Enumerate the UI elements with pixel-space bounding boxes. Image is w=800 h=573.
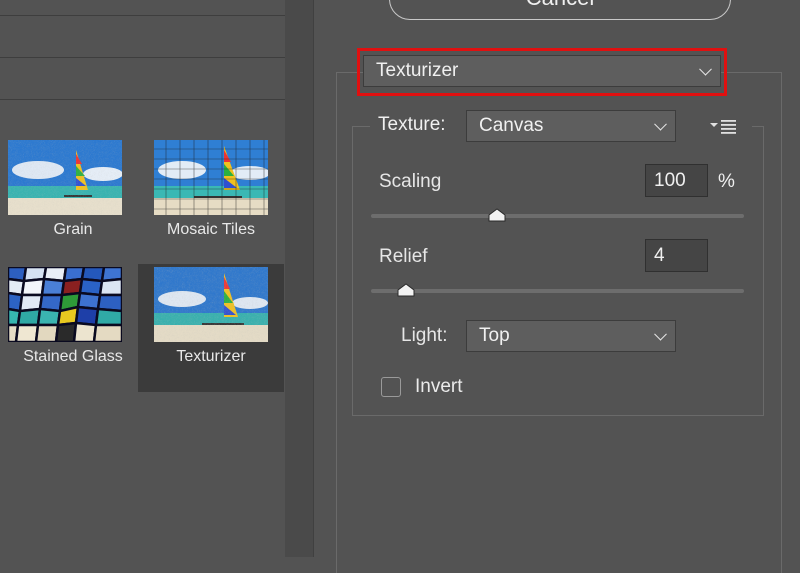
filter-thumb-label: Mosaic Tiles (166, 221, 256, 238)
scaling-slider[interactable] (371, 214, 744, 218)
invert-label: Invert (415, 376, 463, 397)
filter-gallery-panel: Grain Mosaic Tiles Stained Glass Texturi… (0, 0, 285, 557)
highlight-annotation (357, 48, 727, 96)
relief-input[interactable]: 4 (645, 239, 708, 272)
texture-label: Texture: (378, 114, 446, 135)
panel-divider[interactable] (285, 0, 313, 557)
chevron-down-icon (654, 117, 667, 131)
relief-slider[interactable] (371, 289, 744, 293)
stained-glass-thumbnail (8, 267, 122, 342)
invert-checkbox[interactable] (381, 377, 401, 397)
gallery-divider (0, 15, 285, 16)
filter-thumb-label: Texturizer (176, 348, 246, 365)
light-label: Light: (401, 325, 448, 346)
scaling-label: Scaling (379, 171, 442, 192)
filter-thumb-stained-glass[interactable]: Stained Glass (0, 264, 146, 390)
filter-thumb-grain[interactable]: Grain (0, 137, 146, 263)
light-select[interactable]: Top (466, 320, 676, 352)
texture-select-value: Canvas (479, 115, 544, 136)
grain-thumbnail (8, 140, 122, 215)
gallery-divider (0, 57, 285, 58)
scaling-unit: % (718, 171, 735, 192)
filter-thumb-label: Grain (53, 221, 93, 238)
light-select-value: Top (479, 325, 510, 346)
relief-label: Relief (379, 246, 428, 267)
cancel-button[interactable]: Cancel (389, 0, 731, 20)
filter-thumb-mosaic-tiles[interactable]: Mosaic Tiles (138, 137, 284, 263)
relief-slider-thumb[interactable] (397, 283, 415, 297)
scaling-input[interactable]: 100 (645, 164, 708, 197)
texture-menu-icon[interactable] (708, 116, 738, 136)
chevron-down-icon (654, 327, 667, 341)
mosaic-tiles-thumbnail (154, 140, 268, 215)
texturizer-thumbnail (154, 267, 268, 342)
scaling-slider-thumb[interactable] (488, 208, 506, 222)
gallery-divider (0, 99, 285, 100)
filter-thumb-label: Stained Glass (23, 348, 123, 365)
texture-select[interactable]: Canvas (466, 110, 676, 142)
filter-thumb-texturizer[interactable]: Texturizer (138, 264, 284, 392)
